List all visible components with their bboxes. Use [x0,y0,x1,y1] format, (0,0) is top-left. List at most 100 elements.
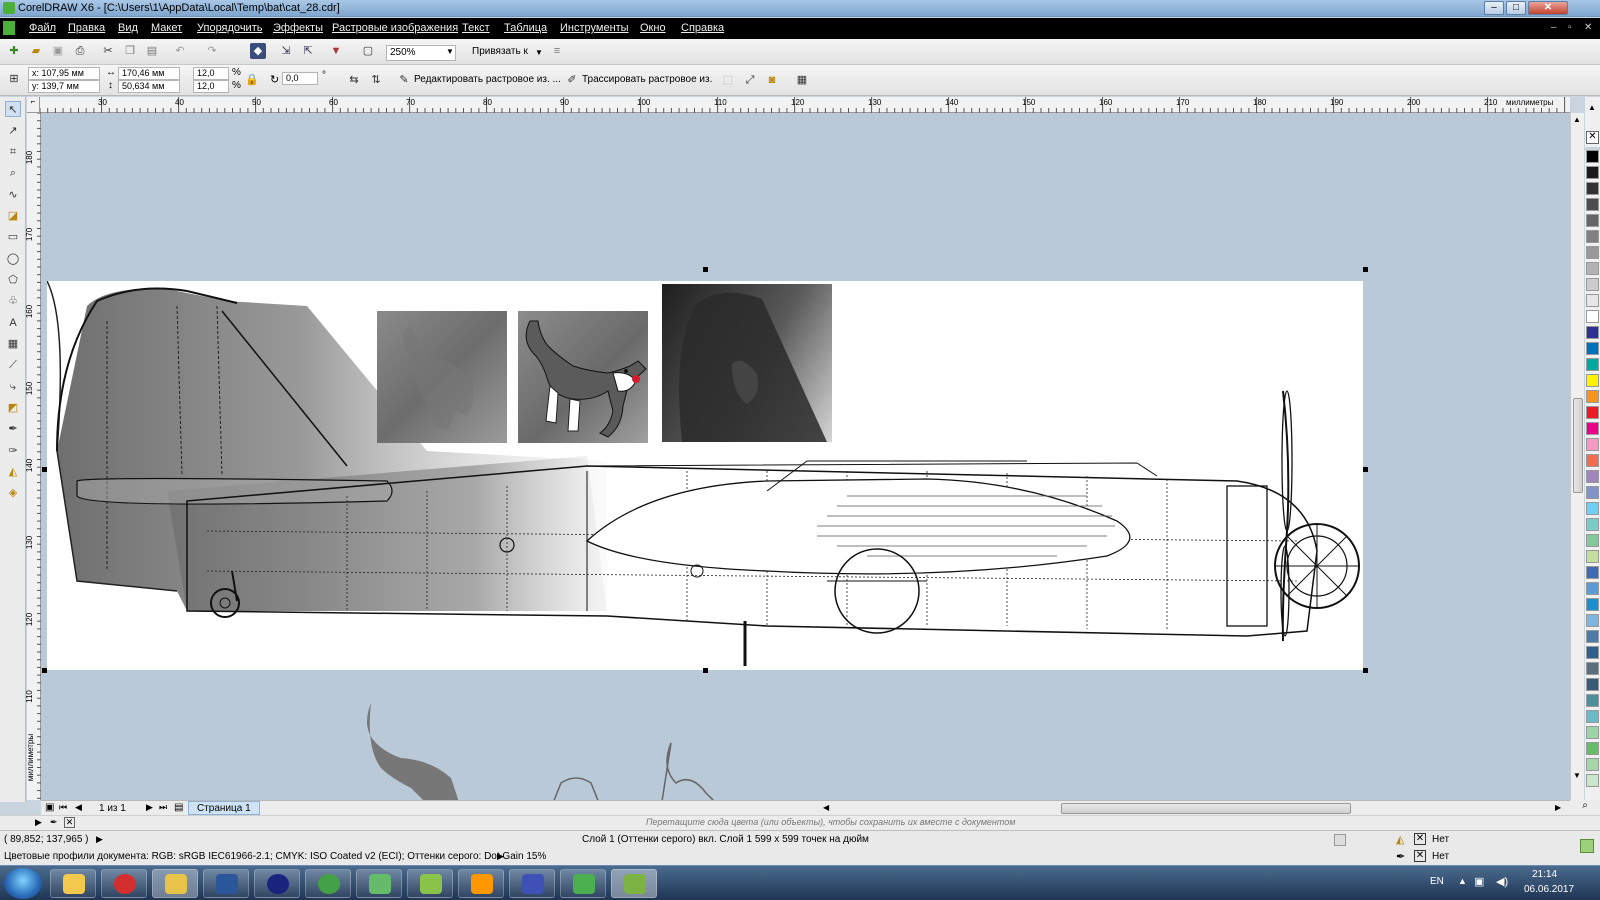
palette-swatch[interactable] [1586,342,1599,355]
search-content-icon[interactable]: ◆ [250,43,266,59]
trace-bitmap-icon[interactable]: ✐ [564,72,580,88]
menu-table[interactable]: Таблица [504,22,547,34]
menu-layout[interactable]: Макет [151,22,182,34]
tray-arrow-icon[interactable]: ▲ [1458,876,1467,886]
full-screen-icon[interactable]: ▢ [360,43,376,59]
polygon-tool-icon[interactable]: ⬠ [5,272,21,288]
palette-swatch[interactable] [1586,694,1599,707]
palette-swatch[interactable] [1586,326,1599,339]
prev-page-icon[interactable]: ◀ [75,802,82,813]
color-proof-icon[interactable] [1334,834,1346,846]
palette-swatch[interactable] [1586,214,1599,227]
menu-file[interactable]: Файл [29,22,56,34]
wrap-text-icon[interactable]: ▦ [794,72,810,88]
palette-swatch[interactable] [1586,550,1599,563]
clock-time[interactable]: 21:14 [1532,869,1557,880]
no-color-swatch[interactable]: ✕ [1586,131,1599,144]
palette-swatch[interactable] [1586,406,1599,419]
taskbar-opera[interactable] [101,869,147,898]
edit-bitmap-icon[interactable]: ✎ [396,72,412,88]
publish-pdf-icon[interactable]: ▼ [328,43,344,59]
text-tool-icon[interactable]: A [5,315,21,331]
scale-y-field[interactable]: 12,0 [193,80,229,93]
fill-none-swatch[interactable]: ✕ [1414,833,1426,845]
selection-handle[interactable] [1363,467,1368,472]
snap-to-dropdown[interactable]: Привязать к [472,46,528,57]
menu-arrange[interactable]: Упорядочить [197,22,262,34]
freehand-tool-icon[interactable]: ∿ [5,187,21,203]
palette-swatch[interactable] [1586,278,1599,291]
palette-swatch[interactable] [1586,470,1599,483]
angle-field[interactable]: 0,0 [282,72,318,85]
edit-bitmap-button[interactable]: Редактировать растровое из. ... [414,74,561,85]
palette-swatch[interactable] [1586,198,1599,211]
palette-swatch[interactable] [1586,678,1599,691]
reference-photo-cat-1[interactable] [377,311,507,443]
palette-swatch[interactable] [1586,374,1599,387]
palette-swatch[interactable] [1586,774,1599,787]
crop-tool-icon[interactable]: ⌗ [5,144,21,160]
page-options-icon[interactable]: ▣ [45,802,54,813]
eyedropper-icon[interactable]: ✒ [5,421,21,437]
palette-swatch[interactable] [1586,262,1599,275]
palette-swatch[interactable] [1586,486,1599,499]
network-icon[interactable]: ▣ [1474,875,1484,888]
object-origin-icon[interactable]: ⊞ [6,71,22,87]
width-field[interactable]: 170,46 мм [118,67,180,80]
new-document-icon[interactable]: ✚ [6,43,22,59]
drawing-canvas[interactable] [41,113,1570,800]
add-page-icon[interactable]: ▤ [174,802,183,813]
palette-swatch[interactable] [1586,246,1599,259]
dimension-tool-icon[interactable]: ⟋ [5,357,21,373]
lock-ratio-icon[interactable]: 🔒 [244,72,260,88]
first-page-icon[interactable]: ⏮ [59,802,67,813]
scroll-right-icon[interactable]: ▶ [1555,803,1561,812]
bitmap-color-mask-icon[interactable]: ◙ [764,72,780,88]
vertical-ruler[interactable]: 180 170 160 150 140 130 120 110 миллимет… [25,113,41,800]
doc-minimize-icon[interactable]: – [1551,22,1557,33]
pick-tool-icon[interactable]: ↖ [5,101,21,117]
tab-page-1[interactable]: Страница 1 [188,801,260,815]
palette-swatch[interactable] [1586,566,1599,579]
palette-swatch[interactable] [1586,294,1599,307]
palette-swatch[interactable] [1586,614,1599,627]
selection-handle[interactable] [42,668,47,673]
taskbar-recycle[interactable] [560,869,606,898]
palette-swatch[interactable] [1586,166,1599,179]
scroll-down-icon[interactable]: ▼ [1573,771,1581,780]
volume-icon[interactable]: ◀) [1496,875,1508,888]
doc-palette-eyedropper-icon[interactable]: ✒ [50,817,58,828]
selection-handle[interactable] [703,267,708,272]
redo-icon[interactable]: ↷ [204,43,220,59]
taskbar-bat[interactable] [152,869,198,898]
color-styles-icon[interactable] [1580,839,1594,853]
paste-icon[interactable]: ▤ [144,43,160,59]
taskbar-coreldraw-active[interactable] [611,869,657,898]
palette-swatch[interactable] [1586,662,1599,675]
menu-tools[interactable]: Инструменты [560,22,629,34]
horizontal-scrollbar[interactable]: ◀ ▶ [821,800,1570,815]
mirror-horizontal-icon[interactable]: ⇆ [346,72,362,88]
palette-scroll-up-icon[interactable]: ▲ [1588,103,1596,112]
palette-swatch[interactable] [1586,454,1599,467]
menu-effects[interactable]: Эффекты [273,22,323,34]
scroll-up-icon[interactable]: ▲ [1573,115,1581,124]
export-icon[interactable]: ⇱ [300,43,316,59]
chevron-down-icon[interactable]: ▼ [446,47,454,56]
palette-swatch[interactable] [1586,182,1599,195]
palette-swatch[interactable] [1586,502,1599,515]
color-profiles-info[interactable]: Цветовые профили документа: RGB: sRGB IE… [4,851,546,862]
ellipse-tool-icon[interactable]: ◯ [5,251,21,267]
outline-pen-icon[interactable]: ✑ [5,443,21,459]
open-folder-icon[interactable]: ▰ [28,43,44,59]
outline-none-swatch[interactable]: ✕ [1414,850,1426,862]
copy-icon[interactable]: ❐ [122,43,138,59]
cat-silhouette-object[interactable] [361,698,761,800]
horizontal-ruler[interactable]: 30 40 50 60 70 80 90 100 110 120 130 140… [40,97,1570,113]
connector-tool-icon[interactable]: ⤷ [5,379,21,395]
zoom-tool-icon[interactable]: ⌕ [5,165,21,181]
reference-photo-tail[interactable] [662,284,832,442]
palette-swatch[interactable] [1586,646,1599,659]
selection-handle[interactable] [1363,668,1368,673]
document-icon[interactable] [3,21,15,35]
